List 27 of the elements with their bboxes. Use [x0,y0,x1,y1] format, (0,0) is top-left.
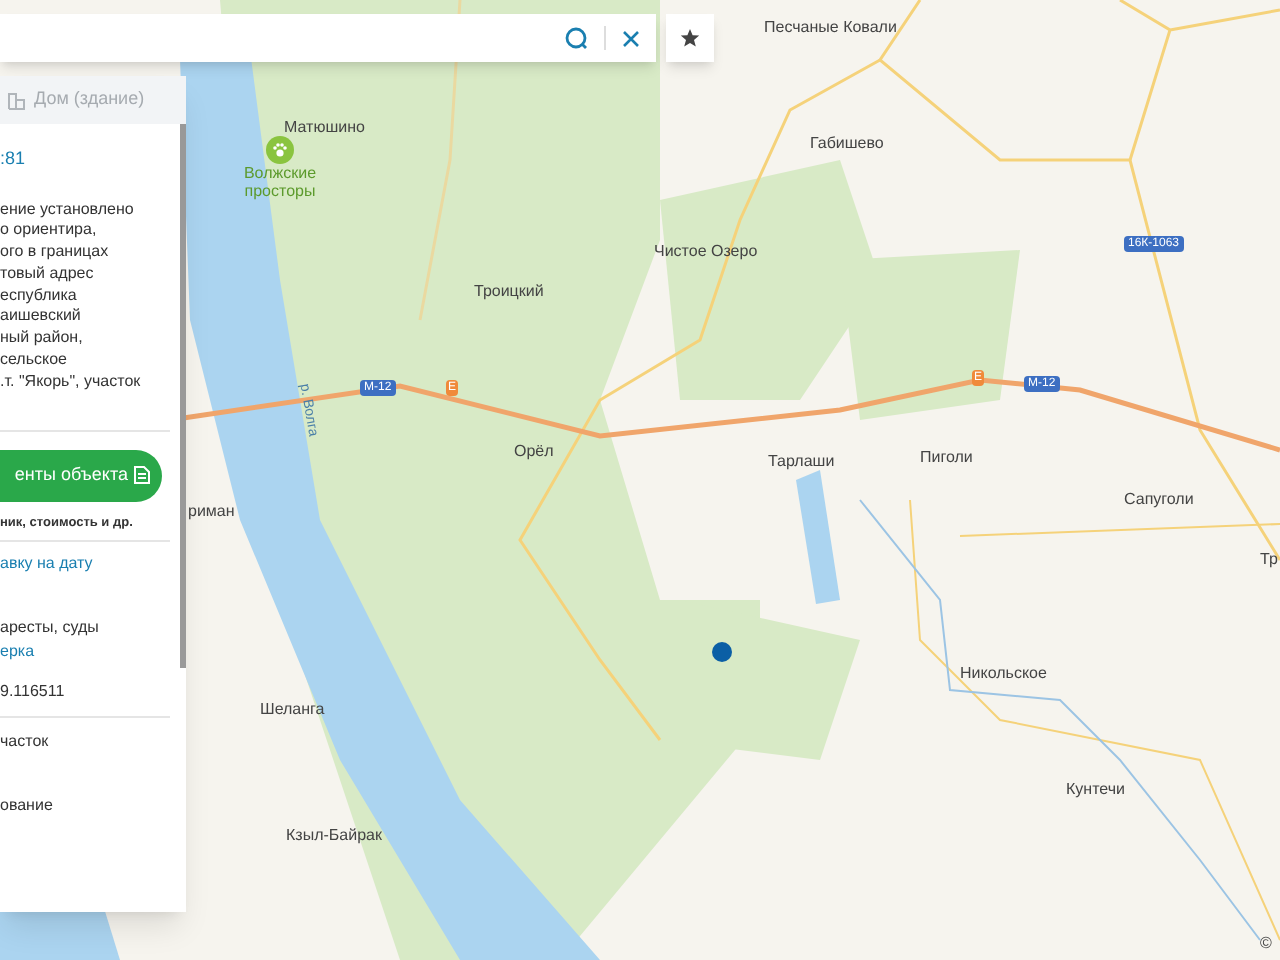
place-label: риман [188,500,235,524]
header-title: Дом (здание) [34,86,145,113]
place-label: Габишево [810,132,884,156]
number-text: :81 [0,146,28,172]
documents-button[interactable]: енты объекта [0,449,162,502]
place-label: Орёл [514,440,554,464]
place-label: Тарлаши [768,450,835,474]
place-label: Песчаные Ковали [764,16,897,40]
check-link[interactable]: ерка [0,640,170,665]
date-link[interactable]: авку на дату [0,552,170,577]
description-text: ение установлено о ориентира, ого в границах товый адрес еспублика аишевский ный район, сельское .т. "Якорь", участок [0,199,143,394]
place-label: Троицкий [474,280,544,304]
place-label: Шеланга [260,698,325,722]
place-label: Никольское [960,662,1047,686]
value-text: 9.116511 [0,680,67,705]
copyright-text: © [1260,932,1272,956]
place-label: Тр [1260,548,1278,572]
place-label: Сапуголи [1124,488,1194,512]
land-text: часток [0,730,51,755]
place-label: Чистое Озеро [654,240,758,264]
place-label: Кунтечи [1066,778,1125,802]
place-label: Матюшино [284,116,365,140]
place-label: Пиголи [920,446,973,470]
poi-label: Волжские просторы [241,164,319,200]
arrests-text: аресты, суды [0,616,101,641]
place-label: Кзыл-Байрак [286,824,382,848]
usage-text: ование [0,794,55,819]
